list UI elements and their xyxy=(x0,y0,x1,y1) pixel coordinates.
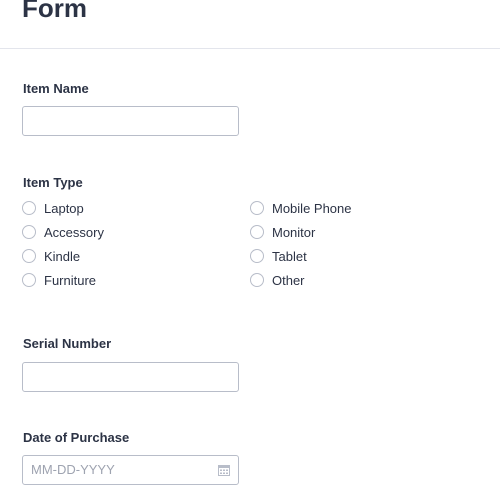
radio-option-other[interactable]: Other xyxy=(250,272,305,288)
radio-button[interactable] xyxy=(250,201,264,215)
radio-label: Other xyxy=(272,272,305,288)
page-title: Form xyxy=(22,0,87,23)
radio-button[interactable] xyxy=(250,225,264,239)
date-of-purchase-label: Date of Purchase xyxy=(23,430,130,445)
radio-option-accessory[interactable]: Accessory xyxy=(22,224,104,240)
date-input[interactable] xyxy=(31,462,201,477)
radio-label: Kindle xyxy=(44,248,81,264)
serial-number-input[interactable] xyxy=(22,362,239,392)
radio-label: Monitor xyxy=(272,224,316,240)
radio-button[interactable] xyxy=(22,225,36,239)
radio-label: Furniture xyxy=(44,272,97,288)
radio-button[interactable] xyxy=(22,273,36,287)
radio-option-tablet[interactable]: Tablet xyxy=(250,248,307,264)
radio-label: Laptop xyxy=(44,200,84,216)
radio-label: Tablet xyxy=(272,248,307,264)
radio-option-kindle[interactable]: Kindle xyxy=(22,248,80,264)
radio-button[interactable] xyxy=(250,249,264,263)
item-name-input[interactable] xyxy=(22,106,239,136)
radio-button[interactable] xyxy=(250,273,264,287)
radio-option-mobile-phone[interactable]: Mobile Phone xyxy=(250,200,352,216)
radio-label: Mobile Phone xyxy=(272,200,352,216)
item-type-label: Item Type xyxy=(23,175,83,190)
radio-option-monitor[interactable]: Monitor xyxy=(250,224,315,240)
item-name-label: Item Name xyxy=(23,81,89,96)
radio-button[interactable] xyxy=(22,249,36,263)
radio-option-laptop[interactable]: Laptop xyxy=(22,200,84,216)
radio-label: Accessory xyxy=(44,224,104,240)
radio-button[interactable] xyxy=(22,201,36,215)
calendar-icon[interactable] xyxy=(218,464,230,476)
title-divider xyxy=(0,48,500,49)
date-of-purchase-field[interactable] xyxy=(22,455,239,485)
serial-number-label: Serial Number xyxy=(23,336,112,351)
radio-option-furniture[interactable]: Furniture xyxy=(22,272,96,288)
